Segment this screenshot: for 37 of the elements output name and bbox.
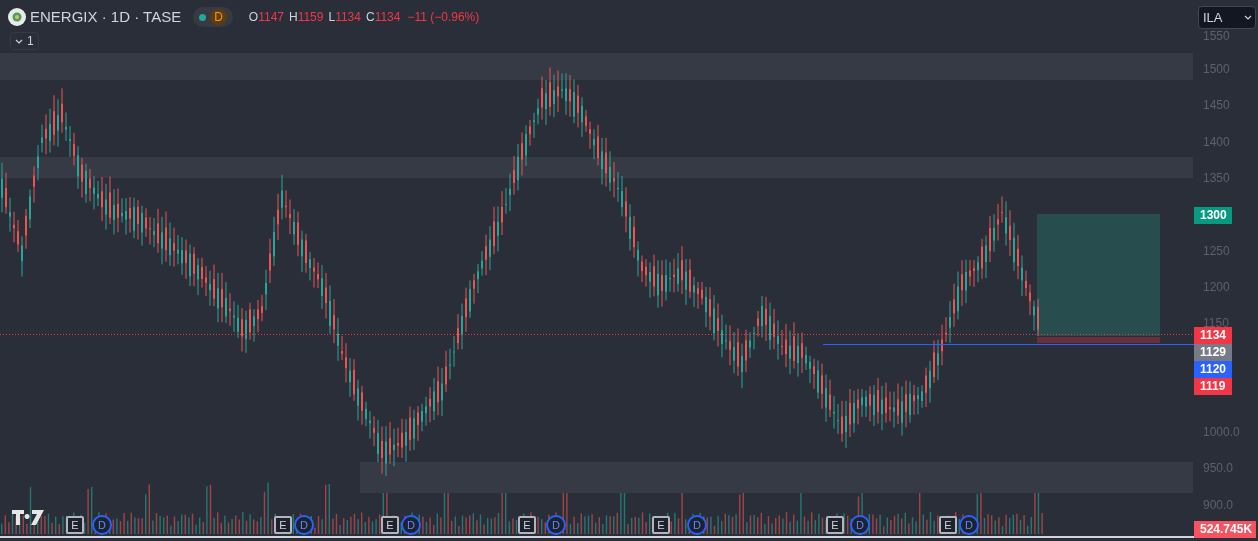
dividend-marker[interactable]: D: [401, 515, 421, 535]
ohlc-label: H: [289, 9, 298, 27]
ohlc-value: 1134: [374, 9, 401, 27]
ohlc-label: L: [328, 9, 336, 27]
currency-dropdown[interactable]: ILA: [1198, 6, 1256, 29]
symbol-title: ENERGIX · 1D · TASE: [30, 7, 182, 27]
logo-icon: [8, 8, 26, 27]
dividend-marker[interactable]: D: [294, 515, 314, 535]
chevron-down-icon: [15, 38, 23, 44]
dividend-marker[interactable]: D: [850, 515, 870, 535]
market-status-badge: D: [210, 9, 227, 26]
earnings-marker[interactable]: E: [939, 516, 957, 534]
price-tag: 1119: [1194, 378, 1232, 395]
chevron-down-icon: [1244, 15, 1252, 20]
ohlc-value: 1134: [335, 9, 361, 27]
earnings-marker[interactable]: E: [66, 516, 84, 534]
tradingview-logo-icon: [12, 510, 44, 525]
dividend-marker[interactable]: D: [92, 515, 112, 535]
ohlc-label: C: [365, 9, 375, 27]
dividend-marker[interactable]: D: [959, 515, 979, 535]
price-tag: 1134: [1194, 327, 1232, 344]
earnings-marker[interactable]: E: [274, 516, 292, 534]
price-change: −11 (−0.96%): [407, 9, 480, 27]
price-tag: 524.745K: [1194, 521, 1256, 538]
ohlc-value: 1159: [297, 9, 324, 27]
indicator-toggle[interactable]: 1: [10, 32, 39, 50]
earnings-marker[interactable]: E: [826, 516, 844, 534]
dividend-marker[interactable]: D: [546, 515, 566, 535]
price-tag: 1300: [1194, 207, 1232, 224]
earnings-marker[interactable]: E: [381, 516, 399, 534]
price-tag: 1129: [1194, 344, 1232, 361]
price-tag: 1120: [1194, 361, 1232, 378]
earnings-marker[interactable]: E: [652, 516, 670, 534]
ohlc-value: 1147: [258, 9, 284, 27]
earnings-marker[interactable]: E: [518, 516, 536, 534]
dividend-marker[interactable]: D: [687, 515, 707, 535]
ohlc-label: O: [248, 9, 259, 27]
